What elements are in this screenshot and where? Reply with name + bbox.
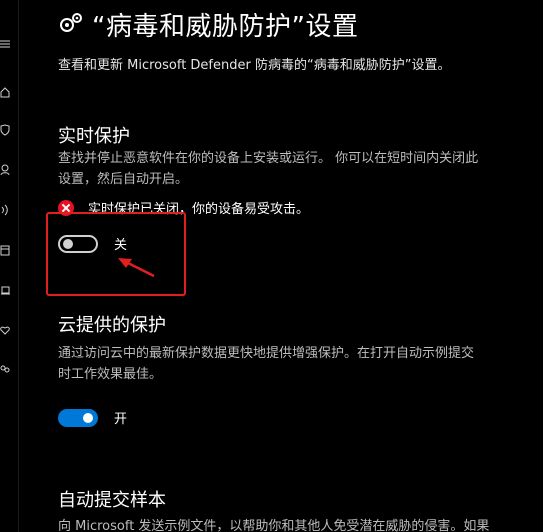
menu-icon[interactable] (0, 38, 12, 52)
app-browser-icon[interactable] (0, 244, 12, 258)
gear-icon (60, 13, 82, 32)
page-subtitle: 查看和更新 Microsoft Defender 防病毒的“病毒和威胁防护”设置… (58, 58, 451, 73)
cloud-toggle[interactable] (58, 408, 98, 427)
cloud-toggle-row: 开 (58, 408, 127, 427)
page-title: “病毒和威胁防护”设置 (92, 11, 359, 42)
nav-strip (0, 0, 19, 532)
person-icon[interactable] (0, 164, 12, 178)
home-icon[interactable] (0, 86, 12, 100)
realtime-desc-line1: 查找并停止恶意软件在你的设备上安装或运行。 你可以在短时间内关闭此 (58, 151, 479, 166)
cloud-toggle-label: 开 (114, 412, 128, 427)
shield-icon[interactable] (0, 124, 12, 138)
family-icon[interactable] (0, 364, 12, 378)
realtime-heading: 实时保护 (58, 126, 130, 147)
cloud-desc-line2: 时工作效果最佳。 (58, 367, 163, 382)
auto-sample-desc-line1: 向 Microsoft 发送示例文件，以帮助你和其他人免受潜在威胁的侵害。如果 (58, 519, 490, 532)
settings-page: “病毒和威胁防护”设置 查看和更新 Microsoft Defender 防病毒… (0, 0, 543, 532)
auto-sample-heading: 自动提交样本 (58, 490, 166, 511)
wireless-icon[interactable] (0, 204, 12, 218)
cloud-heading: 云提供的保护 (58, 315, 166, 336)
realtime-desc-line2: 设置，然后自动开启。 (58, 172, 189, 187)
annotation-arrow (118, 258, 155, 278)
cloud-desc-line1: 通过访问云中的最新保护数据更快地提供增强保护。在打开自动示例提交 (58, 346, 475, 361)
title-row: “病毒和威胁防护”设置 (58, 6, 358, 42)
laptop-icon[interactable] (0, 284, 12, 298)
heart-icon[interactable] (0, 324, 12, 338)
